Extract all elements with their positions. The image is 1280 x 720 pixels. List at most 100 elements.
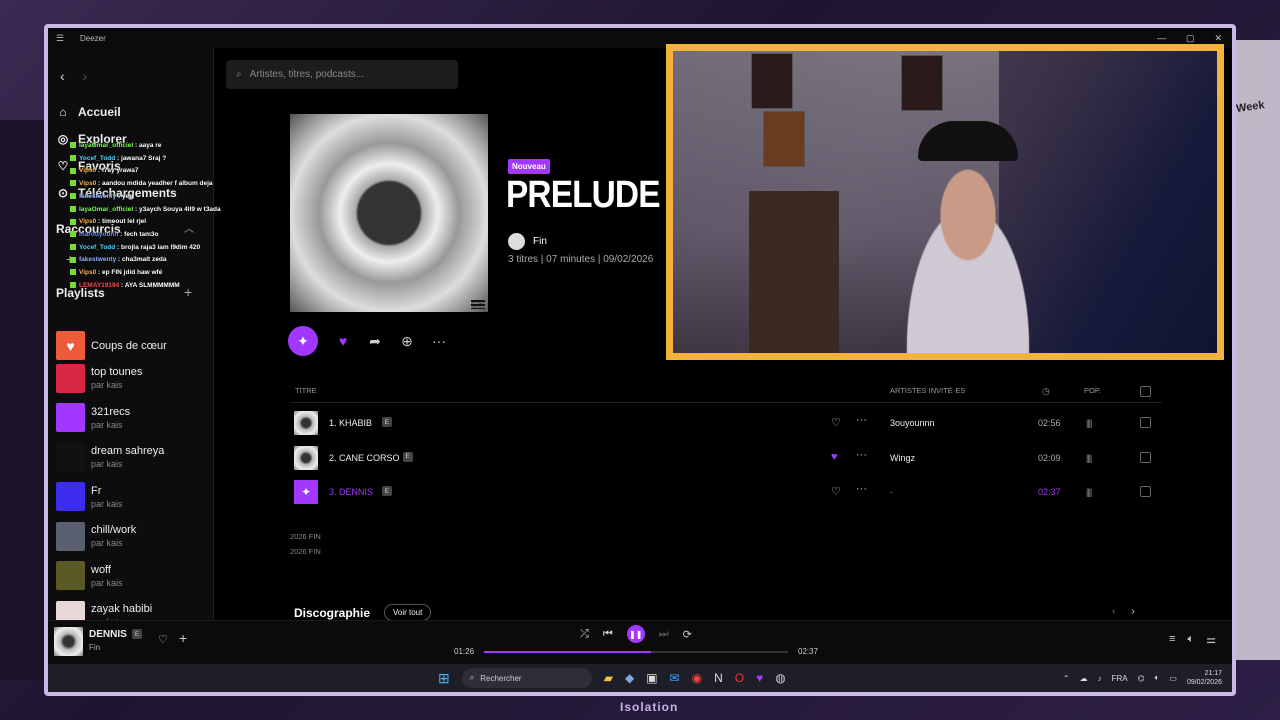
track-cover[interactable]: ✦: [294, 480, 318, 504]
app-icon[interactable]: ◆: [625, 671, 634, 685]
chat-badge-icon: [70, 218, 76, 225]
speaker-icon[interactable]: 🔈︎: [1155, 673, 1160, 683]
table-divider: [290, 402, 1162, 403]
wall-poster: [751, 53, 793, 109]
progress-bar[interactable]: [484, 651, 788, 653]
share-icon[interactable]: ➦: [368, 333, 382, 350]
col-pop: POP.: [1084, 386, 1101, 395]
more-options-icon[interactable]: ···: [856, 414, 867, 426]
mic-icon[interactable]: ♪: [1098, 674, 1102, 683]
repeat-icon[interactable]: ⟳: [683, 628, 692, 641]
album-cover: PARENTAL ADVISORY: [290, 114, 488, 312]
network-icon[interactable]: ☁: [1080, 674, 1088, 683]
wifi-icon[interactable]: ⌬: [1138, 674, 1145, 683]
playlist-item[interactable]: ♥ Coups de cœur: [56, 331, 167, 360]
minimize-icon[interactable]: —: [1157, 33, 1166, 44]
windows-taskbar: ⊞ ⌕ Rechercher ▰ ◆ ▣ ✉ ◉ N O ♥ ◍ ⌃ ☁ ♪ F…: [48, 664, 1232, 692]
track-checkbox[interactable]: [1140, 417, 1151, 428]
playlist-item[interactable]: top tounes par kais: [56, 363, 142, 393]
equalizer-icon[interactable]: ⚌: [1206, 633, 1216, 646]
opera-icon[interactable]: O: [735, 671, 744, 685]
play-album-button[interactable]: ✦: [288, 326, 318, 356]
track-title[interactable]: 1. KHABIB: [329, 418, 372, 428]
shuffle-icon[interactable]: ⤮: [580, 628, 589, 641]
obs-icon[interactable]: ◍: [775, 671, 785, 685]
track-cover[interactable]: [294, 445, 318, 470]
elapsed-time: 01:26: [454, 647, 475, 656]
track-title[interactable]: 2. CANE CORSO: [329, 453, 400, 463]
track-checkbox[interactable]: [1140, 486, 1151, 497]
playlist-cover: ♥: [56, 331, 85, 360]
playlist-text: chill/work par kais: [91, 524, 136, 548]
hamburger-icon[interactable]: ☰: [56, 33, 66, 44]
chat-text: jawana7 Sraj ?: [121, 154, 167, 162]
deezer-taskbar-icon[interactable]: ♥: [756, 671, 763, 685]
pause-button[interactable]: ❚❚: [626, 625, 645, 643]
add-to-playlist-icon[interactable]: +: [179, 630, 187, 646]
download-album-icon[interactable]: ⊕: [400, 333, 414, 350]
back-arrow-icon[interactable]: ‹: [60, 68, 65, 84]
more-options-icon[interactable]: ···: [432, 333, 446, 349]
chat-user: Vips0: [79, 180, 97, 188]
battery-icon[interactable]: ▭: [1169, 674, 1177, 683]
stream-chat: IayaOmar_officiel : aaya re Yocef_Todd : …: [70, 140, 250, 292]
search-bar[interactable]: ⌕ Artistes, titres, podcasts...: [226, 60, 458, 89]
playlist-item[interactable]: woff par kais: [56, 561, 123, 590]
track-row[interactable]: 1. KHABIB E ♡ ··· 3ouyounnn 02:56 ||||: [290, 408, 1162, 438]
playlist-item[interactable]: Fr par kais: [56, 482, 123, 511]
track-row[interactable]: 2. CANE CORSO E ♥ ··· Wingz 02:09 ||||: [290, 443, 1162, 473]
chrome-icon[interactable]: ◉: [692, 671, 702, 685]
like-track-icon[interactable]: ♡: [831, 485, 841, 498]
maximize-icon[interactable]: ▢: [1186, 33, 1195, 44]
chevron-right-icon[interactable]: ›: [1131, 606, 1134, 617]
windows-start-icon[interactable]: ⊞: [438, 670, 450, 687]
notion-icon[interactable]: N: [714, 671, 723, 685]
chevron-left-icon[interactable]: ‹: [1112, 606, 1115, 617]
more-options-icon[interactable]: ···: [856, 483, 867, 495]
playlist-item[interactable]: chill/work par kais: [56, 521, 136, 551]
see-all-button[interactable]: Voir tout: [384, 604, 432, 621]
now-playing-cover[interactable]: [54, 627, 83, 656]
chat-badge-icon: [70, 205, 76, 212]
featured-artist[interactable]: Wingz: [890, 453, 915, 463]
favorite-album-icon[interactable]: ♥: [336, 333, 350, 349]
store-icon[interactable]: ▣: [646, 671, 657, 685]
like-track-icon[interactable]: ♡: [158, 633, 168, 646]
explicit-badge: E: [381, 486, 392, 496]
mail-icon[interactable]: ✉: [670, 671, 680, 685]
now-playing-title[interactable]: DENNIS: [89, 629, 127, 640]
taskbar-search[interactable]: ⌕ Rechercher: [461, 668, 592, 688]
track-row[interactable]: ✦ 3. DENNIS E ♡ ··· - 02:37 ||||: [290, 477, 1162, 507]
forward-arrow-icon[interactable]: ›: [83, 68, 88, 84]
more-options-icon[interactable]: ···: [856, 449, 867, 461]
featured-artist[interactable]: -: [890, 487, 893, 497]
now-playing-artist[interactable]: Fin: [89, 643, 100, 652]
select-all-checkbox[interactable]: [1140, 386, 1151, 397]
streamer-cap: [918, 121, 1018, 161]
like-track-icon[interactable]: ♥: [831, 451, 838, 463]
volume-icon[interactable]: 🔈︎: [1188, 633, 1195, 646]
language-indicator[interactable]: FRA: [1112, 674, 1128, 683]
track-cover[interactable]: [294, 411, 318, 435]
chevron-up-icon[interactable]: ⌃: [1063, 674, 1070, 683]
stream-right-deco: Week: [1232, 40, 1280, 660]
chat-message: Vips0 : ep FIN jdid haw wfé: [70, 267, 250, 280]
artist-name[interactable]: Fin: [533, 236, 547, 247]
close-icon[interactable]: ✕: [1214, 33, 1222, 44]
playlist-name: zayak habibi: [91, 603, 153, 615]
track-checkbox[interactable]: [1140, 451, 1151, 463]
clock[interactable]: 21:17 09/02/2026: [1187, 669, 1222, 687]
track-title[interactable]: 3. DENNIS: [329, 487, 373, 497]
album-artist[interactable]: Fin: [508, 233, 547, 250]
folder-icon[interactable]: ▰: [604, 671, 613, 685]
like-track-icon[interactable]: ♡: [831, 416, 841, 429]
playlist-item[interactable]: dream sahreya par kais: [56, 442, 164, 472]
nav-accueil[interactable]: ⌂ Accueil: [56, 105, 120, 119]
featured-artist[interactable]: 3ouyounnn: [890, 418, 935, 428]
previous-icon[interactable]: ⏮: [603, 628, 613, 641]
playlist-item[interactable]: 321recs par kais: [56, 403, 130, 432]
next-icon[interactable]: ⏭: [659, 628, 669, 641]
queue-icon[interactable]: ≡: [1169, 633, 1175, 646]
search-input[interactable]: Artistes, titres, podcasts...: [250, 69, 364, 80]
chat-text: brojla raja3 iam l9dim 420: [121, 243, 201, 251]
